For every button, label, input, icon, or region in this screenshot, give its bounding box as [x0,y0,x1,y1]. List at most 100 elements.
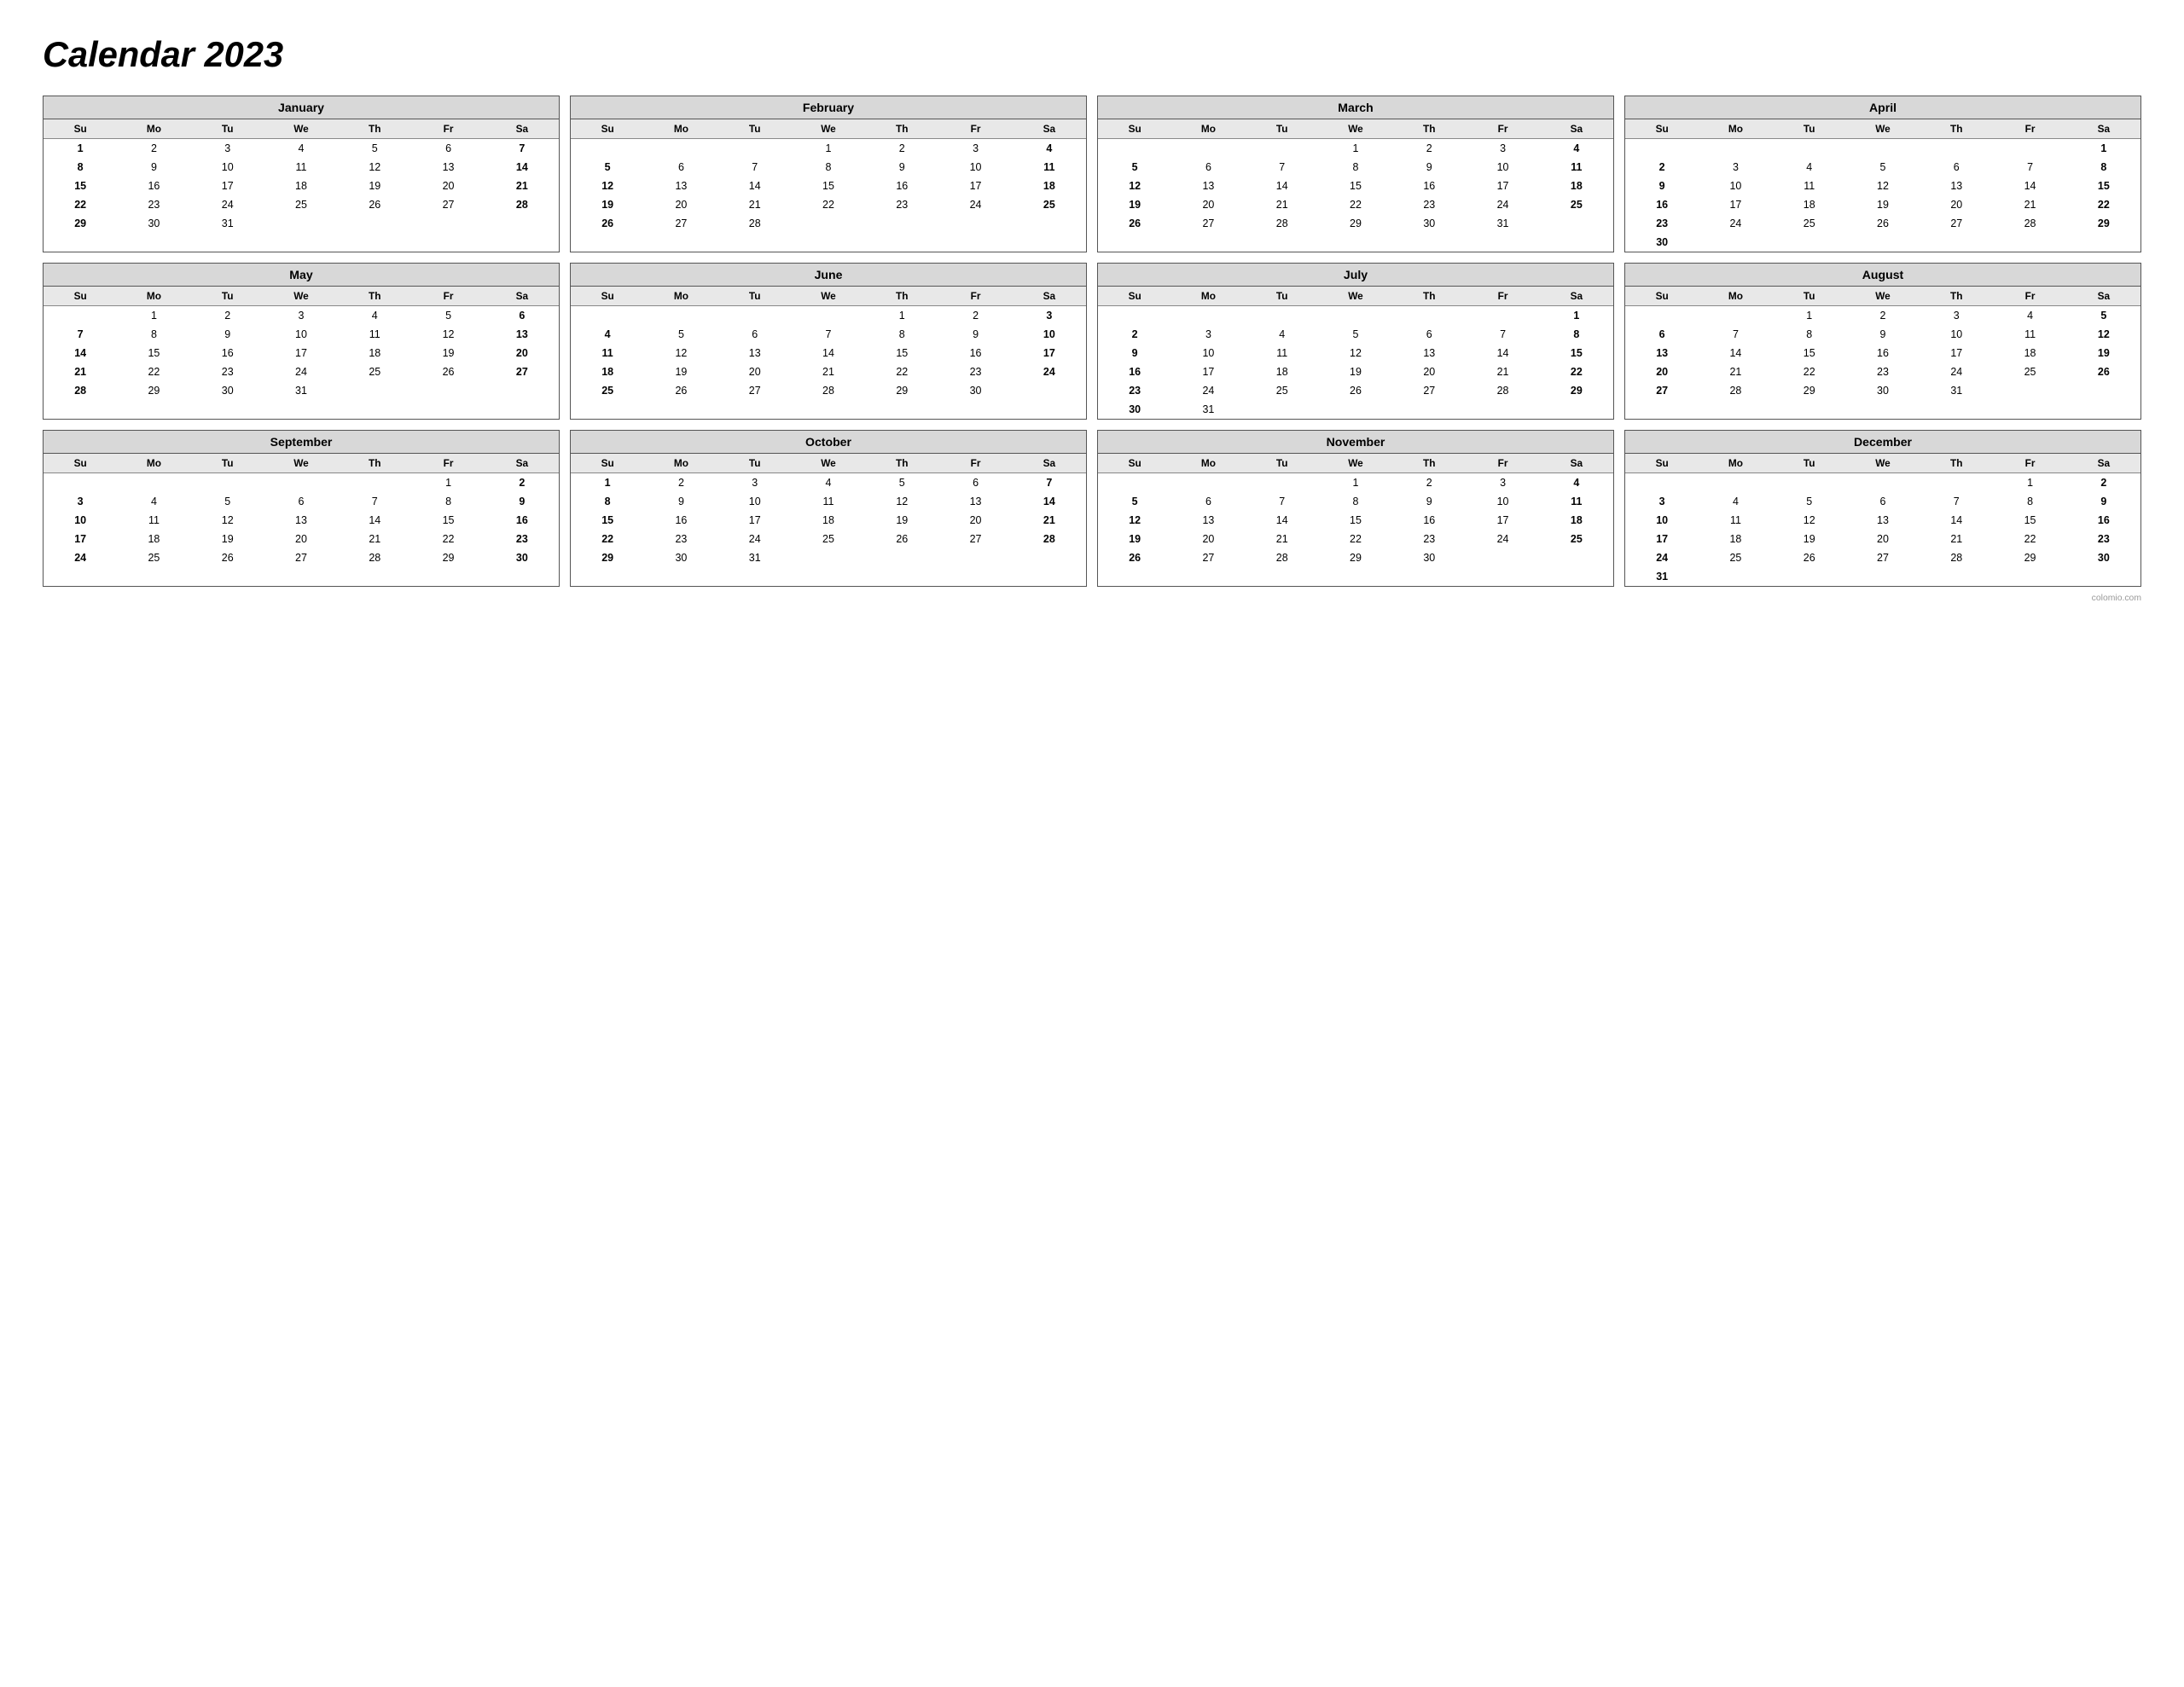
day-cell [411,214,485,233]
month-title: May [44,264,559,287]
month-table: SuMoTuWeThFrSa12345678910111213141516171… [1098,119,1613,233]
day-cell: 9 [1846,325,1920,344]
week-row: 2728293031 [1625,381,2140,400]
month-title: March [1098,96,1613,119]
day-cell: 7 [1920,492,1993,511]
day-cell: 6 [718,325,792,344]
day-cell: 16 [191,344,264,362]
day-cell: 2 [2067,473,2140,493]
week-row: 23242526272829 [1098,381,1613,400]
day-cell: 21 [1246,530,1319,548]
day-cell: 11 [1993,325,2066,344]
month-table: SuMoTuWeThFrSa12345678910111213141516171… [1098,287,1613,419]
month-table: SuMoTuWeThFrSa12345678910111213141516171… [1625,454,2140,586]
day-cell [1773,233,1846,252]
day-cell: 29 [411,548,485,567]
day-cell: 2 [644,473,717,493]
day-cell: 13 [485,325,559,344]
week-row: 9101112131415 [1098,344,1613,362]
week-row: 1 [1625,139,2140,159]
month-table: SuMoTuWeThFrSa12345678910111213141516171… [44,454,559,567]
day-cell: 26 [1098,214,1171,233]
day-cell: 13 [1171,177,1245,195]
day-cell: 25 [792,530,865,548]
day-cell: 2 [191,306,264,326]
week-row: 1234 [1098,473,1613,493]
day-header: Sa [485,454,559,473]
day-header: We [1846,119,1920,139]
day-header: Fr [938,119,1012,139]
day-cell: 22 [44,195,117,214]
day-header: Sa [1540,287,1613,306]
day-cell: 26 [865,530,938,548]
page-title: Calendar 2023 [43,34,2141,75]
day-cell: 3 [44,492,117,511]
day-cell: 6 [1171,158,1245,177]
day-cell [1246,306,1319,326]
day-header: Tu [191,454,264,473]
day-header: Su [1098,119,1171,139]
day-cell: 26 [1098,548,1171,567]
day-cell: 30 [1625,233,1699,252]
day-header: Mo [117,119,190,139]
day-header: Tu [718,119,792,139]
day-cell: 4 [1540,473,1613,493]
day-cell: 28 [1246,548,1319,567]
day-cell: 8 [411,492,485,511]
day-cell [792,214,865,233]
month-title: July [1098,264,1613,287]
day-cell: 22 [2067,195,2140,214]
day-cell: 20 [1392,362,1466,381]
day-cell: 6 [1846,492,1920,511]
day-cell: 25 [1540,530,1613,548]
day-header: Th [865,119,938,139]
day-cell: 27 [264,548,338,567]
day-cell: 3 [1466,473,1539,493]
day-header: Fr [411,119,485,139]
day-cell: 11 [1699,511,1772,530]
day-cell: 10 [718,492,792,511]
week-row: 1234567 [571,473,1086,493]
day-cell: 31 [1625,567,1699,586]
day-cell: 20 [938,511,1012,530]
day-header: Tu [1246,454,1319,473]
day-header: We [1846,287,1920,306]
day-cell [1098,306,1171,326]
day-cell: 10 [1466,492,1539,511]
day-header: Fr [1466,454,1539,473]
day-cell: 29 [2067,214,2140,233]
day-cell: 3 [1013,306,1086,326]
day-header: Sa [2067,287,2140,306]
calendar-grid: JanuarySuMoTuWeThFrSa1234567891011121314… [43,96,2141,587]
day-cell: 21 [792,362,865,381]
day-cell: 15 [1540,344,1613,362]
day-cell: 9 [485,492,559,511]
day-cell [938,214,1012,233]
day-header: Sa [1013,119,1086,139]
day-cell: 16 [1098,362,1171,381]
day-cell: 28 [1993,214,2066,233]
day-cell [2067,381,2140,400]
week-row: 16171819202122 [1625,195,2140,214]
day-cell: 26 [644,381,717,400]
day-cell: 4 [1993,306,2066,326]
day-cell [191,473,264,493]
day-header: Tu [191,287,264,306]
day-cell: 16 [2067,511,2140,530]
week-row: 15161718192021 [571,511,1086,530]
day-cell: 7 [1246,492,1319,511]
day-cell: 27 [485,362,559,381]
day-cell: 31 [264,381,338,400]
week-row: 123456 [44,306,559,326]
day-header: We [1319,454,1392,473]
day-cell: 15 [1319,511,1392,530]
week-row: 22232425262728 [44,195,559,214]
day-cell: 17 [44,530,117,548]
week-row: 567891011 [571,158,1086,177]
month-title: January [44,96,559,119]
day-cell: 19 [571,195,644,214]
week-row: 17181920212223 [44,530,559,548]
day-header: Fr [938,454,1012,473]
month-title: February [571,96,1086,119]
day-cell: 22 [1993,530,2066,548]
